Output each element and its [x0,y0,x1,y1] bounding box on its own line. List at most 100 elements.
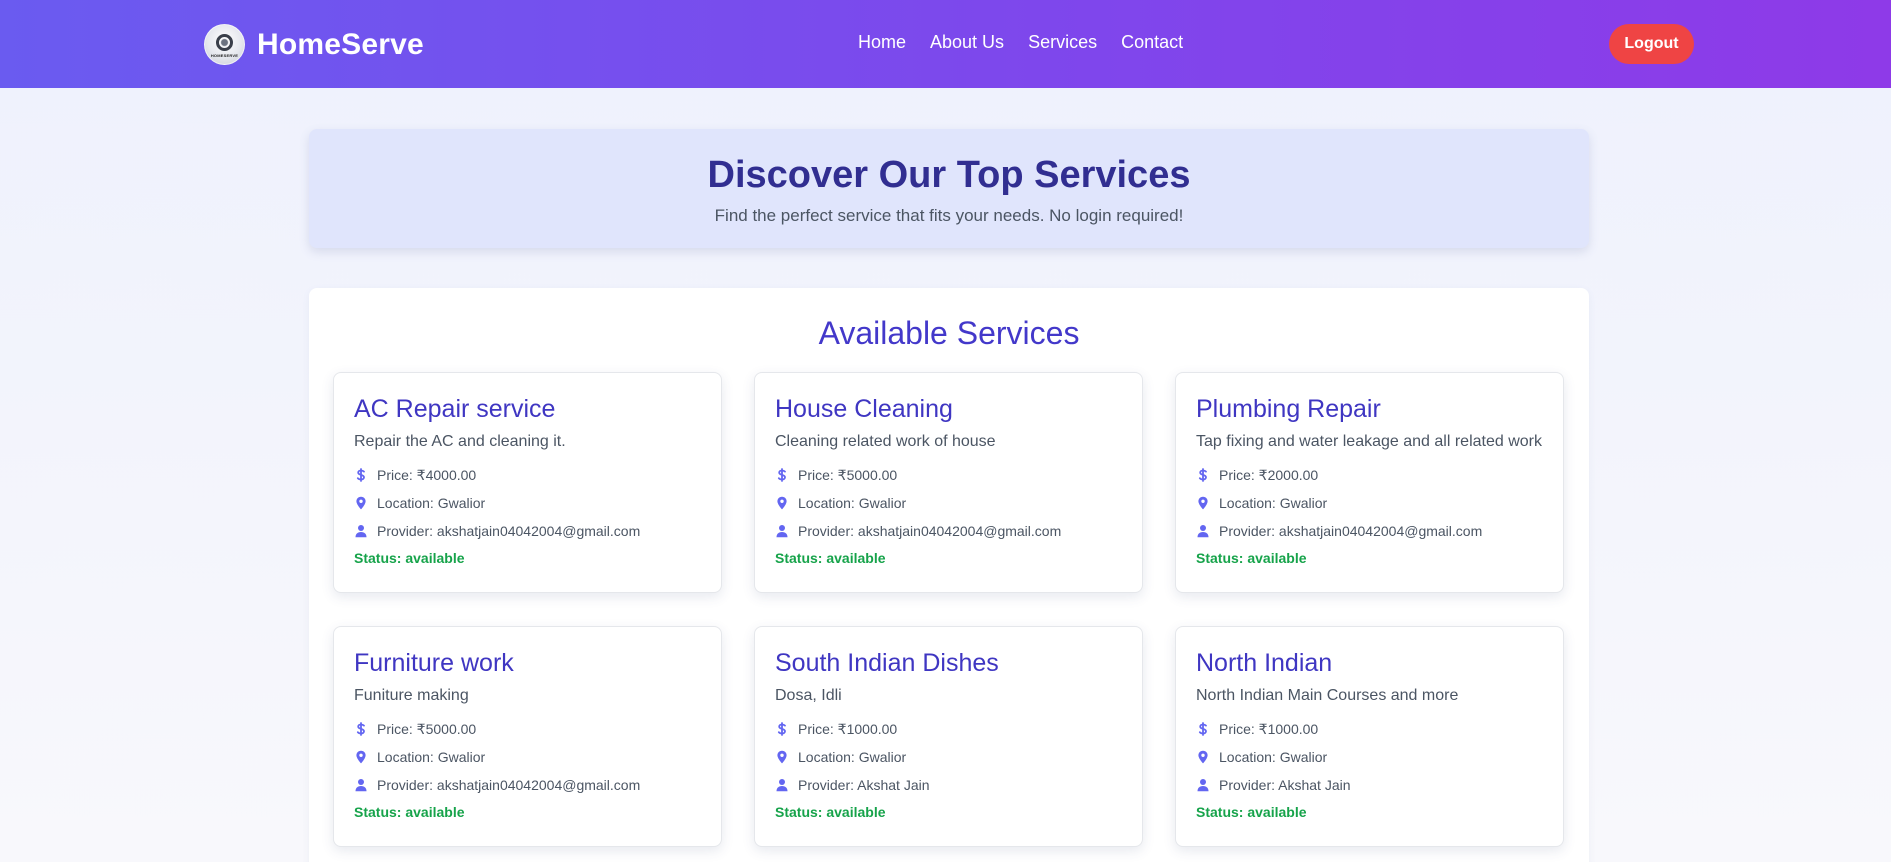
service-card[interactable]: AC Repair service Repair the AC and clea… [333,372,722,593]
brand[interactable]: HOMESERVE HomeServe [204,24,424,65]
user-icon [1197,779,1209,792]
service-provider: Provider: Akshat Jain [775,771,1122,799]
brand-name: HomeServe [257,27,424,61]
status-badge: Status: available [1196,550,1307,566]
service-provider: Provider: akshatjain04042004@gmail.com [354,771,701,799]
services-title: Available Services [818,315,1080,351]
service-price-text: Price: ₹2000.00 [1219,466,1319,483]
service-location-text: Location: Gwalior [1219,495,1328,511]
map-pin-icon [777,496,787,510]
service-card[interactable]: Plumbing Repair Tap fixing and water lea… [1175,372,1564,593]
service-price: Price: ₹4000.00 [354,461,701,489]
dollar-icon [777,468,786,482]
map-pin-icon [1198,750,1208,764]
dollar-icon [1198,722,1207,736]
user-icon [776,779,788,792]
nav-link-contact[interactable]: Contact [1121,32,1183,53]
service-description: North Indian Main Courses and more [1196,687,1459,704]
services-grid: AC Repair service Repair the AC and clea… [333,372,1565,847]
service-title: Furniture work [354,649,514,677]
status-badge: Status: available [775,550,886,566]
services-panel: Available Services AC Repair service Rep… [309,288,1589,862]
map-pin-icon [356,496,366,510]
service-card[interactable]: Furniture work Funiture making Price: ₹5… [333,626,722,847]
service-location: Location: Gwalior [354,743,701,771]
service-provider-text: Provider: akshatjain04042004@gmail.com [1219,523,1483,539]
service-location-text: Location: Gwalior [1219,749,1328,765]
user-icon [776,525,788,538]
hero-title: Discover Our Top Services [707,154,1191,196]
dollar-icon [1198,468,1207,482]
logout-button[interactable]: Logout [1609,24,1694,64]
service-location-text: Location: Gwalior [377,749,486,765]
status-badge: Status: available [1196,804,1307,820]
service-price-text: Price: ₹1000.00 [1219,720,1319,737]
nav-links: Home About Us Services Contact [858,32,1207,53]
service-price: Price: ₹5000.00 [775,461,1122,489]
service-price: Price: ₹2000.00 [1196,461,1543,489]
service-location-text: Location: Gwalior [798,749,907,765]
service-description: Dosa, Idli [775,687,842,704]
service-title: North Indian [1196,649,1333,677]
service-price-text: Price: ₹5000.00 [798,466,898,483]
service-meta: Price: ₹2000.00 Location: Gwalior Provid… [1196,461,1543,545]
nav-link-home[interactable]: Home [858,32,906,53]
hero-banner: Discover Our Top Services Find the perfe… [309,129,1589,248]
service-provider-text: Provider: akshatjain04042004@gmail.com [377,523,641,539]
service-card[interactable]: North Indian North Indian Main Courses a… [1175,626,1564,847]
service-meta: Price: ₹1000.00 Location: Gwalior Provid… [1196,715,1543,799]
service-card[interactable]: South Indian Dishes Dosa, Idli Price: ₹1… [754,626,1143,847]
service-meta: Price: ₹5000.00 Location: Gwalior Provid… [354,715,701,799]
dollar-icon [777,722,786,736]
service-price: Price: ₹5000.00 [354,715,701,743]
nav-link-services[interactable]: Services [1028,32,1097,53]
service-price-text: Price: ₹4000.00 [377,466,477,483]
service-card[interactable]: House Cleaning Cleaning related work of … [754,372,1143,593]
status-badge: Status: available [775,804,886,820]
user-icon [355,525,367,538]
service-price-text: Price: ₹1000.00 [798,720,898,737]
service-title: South Indian Dishes [775,649,999,677]
service-description: Funiture making [354,687,469,704]
map-pin-icon [1198,496,1208,510]
service-location: Location: Gwalior [1196,489,1543,517]
map-pin-icon [777,750,787,764]
hero-subtitle: Find the perfect service that fits your … [714,206,1184,225]
service-description: Tap fixing and water leakage and all rel… [1196,433,1542,450]
service-price-text: Price: ₹5000.00 [377,720,477,737]
service-location: Location: Gwalior [775,743,1122,771]
nav-link-about-us[interactable]: About Us [930,32,1004,53]
logo-emblem-icon [216,34,233,51]
service-location-text: Location: Gwalior [798,495,907,511]
service-price: Price: ₹1000.00 [1196,715,1543,743]
service-price: Price: ₹1000.00 [775,715,1122,743]
dollar-icon [356,468,365,482]
service-meta: Price: ₹1000.00 Location: Gwalior Provid… [775,715,1122,799]
service-meta: Price: ₹5000.00 Location: Gwalior Provid… [775,461,1122,545]
service-title: AC Repair service [354,395,556,423]
dollar-icon [356,722,365,736]
service-provider: Provider: akshatjain04042004@gmail.com [354,517,701,545]
service-location: Location: Gwalior [1196,743,1543,771]
service-location: Location: Gwalior [775,489,1122,517]
logo-text: HOMESERVE [210,53,239,58]
service-title: Plumbing Repair [1196,395,1381,423]
service-provider-text: Provider: akshatjain04042004@gmail.com [377,777,641,793]
service-location-text: Location: Gwalior [377,495,486,511]
service-provider: Provider: akshatjain04042004@gmail.com [775,517,1122,545]
logo: HOMESERVE [204,24,245,65]
status-badge: Status: available [354,804,465,820]
service-description: Repair the AC and cleaning it. [354,433,566,450]
service-description: Cleaning related work of house [775,433,996,450]
map-pin-icon [356,750,366,764]
service-provider-text: Provider: Akshat Jain [798,777,930,793]
service-provider: Provider: Akshat Jain [1196,771,1543,799]
service-location: Location: Gwalior [354,489,701,517]
service-provider-text: Provider: Akshat Jain [1219,777,1351,793]
user-icon [1197,525,1209,538]
navbar: HOMESERVE HomeServe Home About Us Servic… [0,0,1891,88]
service-provider-text: Provider: akshatjain04042004@gmail.com [798,523,1062,539]
status-badge: Status: available [354,550,465,566]
user-icon [355,779,367,792]
service-provider: Provider: akshatjain04042004@gmail.com [1196,517,1543,545]
